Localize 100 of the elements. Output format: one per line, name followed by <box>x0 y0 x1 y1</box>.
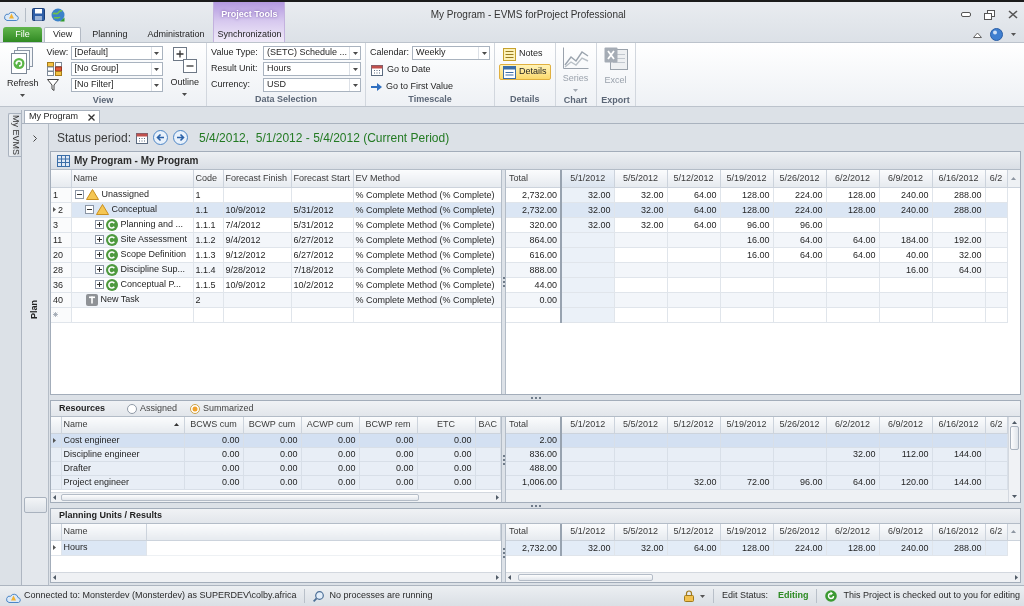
column-header[interactable]: Total <box>506 524 561 540</box>
scrollbar[interactable] <box>51 572 501 582</box>
column-header[interactable]: Name <box>61 417 184 433</box>
column-header[interactable]: 6/2 <box>985 417 1008 433</box>
caret-up-icon[interactable] <box>1011 176 1017 180</box>
close-icon[interactable] <box>88 113 95 121</box>
caret-right-icon[interactable] <box>496 495 499 500</box>
scrollbar[interactable] <box>51 492 501 502</box>
ribbon-tab[interactable]: Administration <box>138 27 214 42</box>
minus-box-icon[interactable] <box>74 190 84 199</box>
column-header[interactable]: 6/16/2012 <box>932 524 985 540</box>
group-dropdown[interactable]: [No Group] <box>70 62 163 76</box>
column-header[interactable]: Total <box>506 170 561 187</box>
column-header[interactable]: 5/5/2012 <box>614 170 667 187</box>
column-header[interactable]: Code <box>193 170 223 187</box>
column-header[interactable]: Name <box>61 524 146 540</box>
arrow-left-icon[interactable] <box>153 130 169 145</box>
filter-dropdown[interactable]: [No Filter] <box>70 78 163 92</box>
dropdown[interactable]: Hours <box>263 62 362 76</box>
column-header[interactable]: 5/1/2012 <box>561 524 614 540</box>
side-tab[interactable]: My EVMS <box>8 113 21 157</box>
column-header[interactable]: EV Method <box>353 170 501 187</box>
column-header[interactable]: 6/16/2012 <box>932 417 985 433</box>
document-tab[interactable]: My Program <box>24 110 100 123</box>
column-header[interactable]: 5/1/2012 <box>561 417 614 433</box>
column-header[interactable]: 5/12/2012 <box>667 524 720 540</box>
go-to-date-button[interactable]: Go to Date <box>370 62 491 77</box>
plus-box-icon[interactable] <box>94 265 104 274</box>
handle[interactable] <box>23 497 47 513</box>
column-header[interactable]: 5/19/2012 <box>720 170 773 187</box>
caret-down-icon[interactable] <box>699 594 705 598</box>
toggle-button[interactable]: Notes <box>499 46 551 62</box>
radio-button[interactable]: Assigned <box>127 401 178 416</box>
column-header[interactable]: 6/2 <box>985 170 1007 187</box>
radio-button[interactable]: Summarized <box>190 401 254 416</box>
column-header[interactable]: Forecast Finish <box>223 170 291 187</box>
close-icon[interactable] <box>1008 10 1018 19</box>
scrollbar-thumb[interactable] <box>518 574 653 581</box>
ribbon-tab[interactable]: Planning <box>83 27 137 42</box>
column-header[interactable]: 6/16/2012 <box>932 170 985 187</box>
calendar-dropdown[interactable]: Weekly <box>412 46 491 60</box>
minimize-icon[interactable] <box>961 12 971 17</box>
go-to-first-value-button[interactable]: Go to First Value <box>370 79 491 94</box>
grip-icon[interactable] <box>530 504 541 507</box>
caret-up-icon[interactable] <box>1012 421 1017 424</box>
grip-icon[interactable] <box>530 396 541 399</box>
column-header[interactable]: BAC <box>475 417 501 433</box>
scrollbar[interactable] <box>1008 417 1020 502</box>
plus-box-icon[interactable] <box>94 235 104 244</box>
column-header[interactable]: Name <box>71 170 193 187</box>
column-header[interactable]: BCWS cum <box>184 417 243 433</box>
column-header[interactable]: 6/9/2012 <box>879 524 932 540</box>
grip-icon[interactable] <box>502 548 505 558</box>
outline-button[interactable]: Outline <box>167 45 203 95</box>
calendar-icon[interactable] <box>136 131 149 144</box>
dropdown[interactable]: USD <box>263 78 362 92</box>
column-header[interactable]: 6/2/2012 <box>826 170 879 187</box>
grip-icon[interactable] <box>502 454 505 465</box>
caret-right-icon[interactable] <box>1015 575 1018 580</box>
column-header[interactable]: ACWP cum <box>301 417 359 433</box>
side-tab[interactable]: Plan <box>28 300 42 319</box>
plus-box-icon[interactable] <box>94 220 104 229</box>
column-header[interactable]: 5/26/2012 <box>773 170 826 187</box>
caret-left-icon[interactable] <box>53 495 56 500</box>
grip-icon[interactable] <box>502 277 505 287</box>
minus-box-icon[interactable] <box>84 205 94 214</box>
plus-box-icon[interactable] <box>94 280 104 289</box>
column-header[interactable]: 6/9/2012 <box>879 170 932 187</box>
refresh-button[interactable]: Refresh <box>4 45 42 95</box>
caret-left-icon[interactable] <box>53 575 56 580</box>
caret-up-icon[interactable] <box>973 31 982 38</box>
plus-box-icon[interactable] <box>94 250 104 259</box>
caret-down-icon[interactable] <box>1012 495 1017 498</box>
dropdown[interactable]: (SETC) Schedule ... <box>263 46 362 60</box>
scrollbar[interactable] <box>506 572 1020 582</box>
view-dropdown[interactable]: [Default] <box>70 46 163 60</box>
column-header[interactable]: 6/9/2012 <box>879 417 932 433</box>
column-header[interactable]: 5/12/2012 <box>667 417 720 433</box>
scrollbar-thumb[interactable] <box>1010 426 1019 450</box>
lock-icon[interactable] <box>683 590 694 602</box>
column-header[interactable]: 6/2/2012 <box>826 417 879 433</box>
column-header[interactable]: Forecast Start <box>291 170 353 187</box>
column-header[interactable]: 5/26/2012 <box>773 524 826 540</box>
toggle-button[interactable]: Details <box>499 64 551 80</box>
column-header[interactable]: ETC <box>417 417 475 433</box>
column-header[interactable]: 6/2 <box>985 524 1007 540</box>
help-icon[interactable] <box>990 28 1003 41</box>
column-header[interactable]: 5/5/2012 <box>614 417 667 433</box>
column-header[interactable]: 6/2/2012 <box>826 524 879 540</box>
column-header[interactable]: 5/12/2012 <box>667 170 720 187</box>
column-header[interactable]: BCWP rem <box>359 417 417 433</box>
chevron-right-icon[interactable] <box>33 135 37 142</box>
column-header[interactable]: 5/26/2012 <box>773 417 826 433</box>
ribbon-tab[interactable]: View <box>44 27 82 42</box>
scrollbar-thumb[interactable] <box>61 494 419 501</box>
globe-icon[interactable] <box>51 7 65 22</box>
caret-left-icon[interactable] <box>508 575 511 580</box>
arrow-right-icon[interactable] <box>173 130 189 145</box>
caret-up-icon[interactable] <box>1011 530 1017 534</box>
column-header[interactable]: 5/19/2012 <box>720 417 773 433</box>
